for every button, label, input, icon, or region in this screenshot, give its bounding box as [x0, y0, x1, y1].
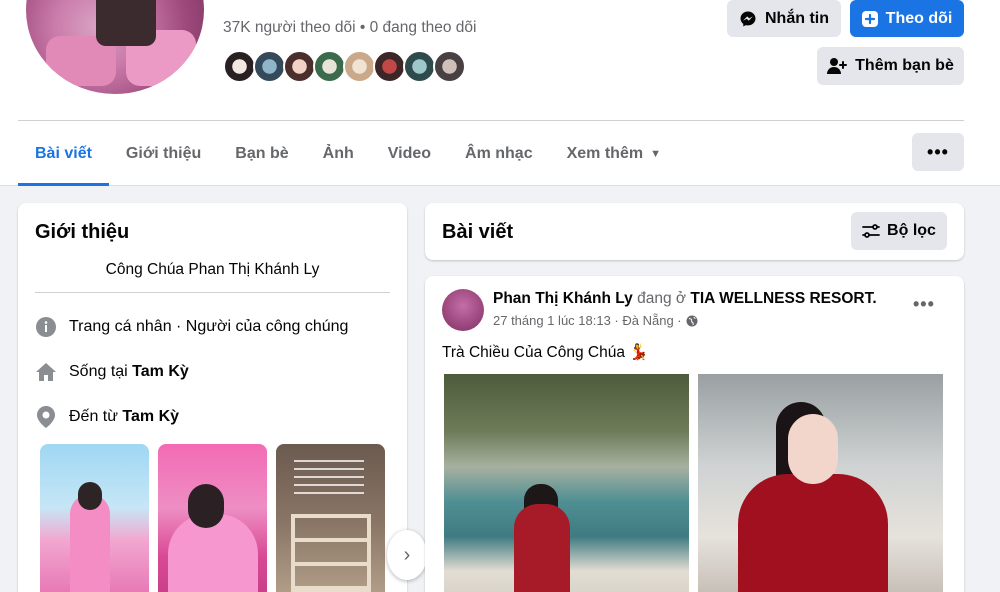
posts-header-card: Bài viết Bộ lọc — [425, 203, 964, 260]
filter-icon — [862, 224, 880, 238]
intro-row-from: Đến từ Tam Kỳ — [35, 406, 179, 428]
info-icon — [35, 316, 57, 338]
tab-photos[interactable]: Ảnh — [306, 124, 371, 184]
photo-detail — [738, 474, 888, 592]
intro-bio: Công Chúa Phan Thị Khánh Ly — [105, 261, 320, 278]
intro-row-text: Sống tại — [69, 363, 133, 380]
divider — [18, 120, 964, 121]
tab-friends[interactable]: Bạn bè — [218, 124, 305, 184]
post-photo[interactable] — [698, 374, 943, 592]
post-author-avatar[interactable] — [442, 289, 484, 331]
friend-avatars — [223, 50, 466, 83]
add-friend-icon — [827, 58, 848, 74]
tab-music[interactable]: Âm nhạc — [448, 124, 550, 184]
post-options-button[interactable]: ••• — [913, 294, 935, 315]
location-pin-icon — [35, 406, 57, 428]
post-action: đang ở — [632, 290, 691, 307]
home-icon — [35, 361, 57, 383]
intro-row-profile-type: Trang cá nhân · Người của công chúng — [35, 316, 348, 338]
tab-see-more[interactable]: Xem thêm ▼ — [550, 124, 678, 184]
photo-detail — [78, 482, 102, 510]
post-timestamp[interactable]: 27 tháng 1 lúc 18:13 · Đà Nẵng · — [493, 313, 682, 328]
globe-icon — [686, 315, 698, 326]
featured-photo[interactable] — [40, 444, 149, 592]
post-author[interactable]: Phan Thị Khánh Ly — [493, 290, 633, 307]
avatar-detail — [96, 0, 156, 46]
follow-label: Theo dõi — [885, 9, 953, 27]
post-text: Trà Chiều Của Công Chúa 💃 — [442, 344, 649, 361]
intro-row-text: Trang cá nhân · Người của công chúng — [69, 318, 349, 335]
friend-avatar[interactable] — [373, 50, 406, 83]
friend-avatar[interactable] — [283, 50, 316, 83]
profile-header: 37K người theo dõi • 0 đang theo dõi Nhắ… — [0, 0, 1000, 186]
friend-avatar[interactable] — [313, 50, 346, 83]
follow-plus-icon — [861, 10, 878, 27]
posts-title: Bài viết — [442, 221, 514, 243]
post-place[interactable]: TIA WELLNESS RESORT. — [690, 290, 876, 307]
intro-row-link[interactable]: Tam Kỳ — [122, 408, 179, 425]
filter-button[interactable]: Bộ lọc — [851, 212, 947, 250]
chevron-right-icon[interactable]: › — [387, 530, 427, 580]
post-meta: Phan Thị Khánh Ly đang ở TIA WELLNESS RE… — [493, 290, 877, 308]
photo-detail — [514, 504, 570, 592]
featured-photo[interactable] — [276, 444, 385, 592]
intro-row-text: Đến từ — [69, 408, 123, 425]
add-friend-button[interactable]: Thêm bạn bè — [817, 47, 964, 85]
friend-avatar[interactable] — [403, 50, 436, 83]
friend-avatar[interactable] — [223, 50, 256, 83]
tab-posts[interactable]: Bài viết — [18, 124, 109, 186]
caret-down-icon: ▼ — [650, 148, 661, 160]
tab-videos[interactable]: Video — [371, 124, 448, 184]
photo-detail — [291, 514, 371, 592]
more-options-button[interactable]: ••• — [912, 133, 964, 171]
intro-row-link[interactable]: Tam Kỳ — [132, 363, 189, 380]
featured-photo[interactable] — [158, 444, 267, 592]
friend-avatar[interactable] — [433, 50, 466, 83]
friend-avatar[interactable] — [343, 50, 376, 83]
messenger-icon — [740, 11, 756, 26]
post-photo[interactable] — [444, 374, 689, 592]
photo-detail — [294, 460, 364, 500]
message-button[interactable]: Nhắn tin — [727, 0, 841, 37]
message-label: Nhắn tin — [765, 9, 829, 27]
tab-about[interactable]: Giới thiệu — [109, 124, 218, 184]
friend-avatar[interactable] — [253, 50, 286, 83]
post-subline: 27 tháng 1 lúc 18:13 · Đà Nẵng · — [493, 313, 698, 328]
photo-detail — [788, 414, 838, 484]
divider — [35, 292, 390, 293]
filter-label: Bộ lọc — [887, 222, 936, 239]
intro-card: Giới thiệu Công Chúa Phan Thị Khánh Ly T… — [18, 203, 427, 592]
add-friend-label: Thêm bạn bè — [855, 57, 954, 74]
profile-avatar[interactable] — [22, 0, 208, 98]
profile-tabs: Bài viết Giới thiệu Bạn bè Ảnh Video Âm … — [18, 124, 678, 186]
photo-detail — [188, 484, 224, 528]
follow-button[interactable]: Theo dõi — [850, 0, 964, 37]
follower-stats[interactable]: 37K người theo dõi • 0 đang theo dõi — [223, 19, 477, 37]
intro-row-lives-in: Sống tại Tam Kỳ — [35, 361, 189, 383]
post-card: Phan Thị Khánh Ly đang ở TIA WELLNESS RE… — [425, 276, 964, 592]
intro-title: Giới thiệu — [35, 221, 130, 243]
